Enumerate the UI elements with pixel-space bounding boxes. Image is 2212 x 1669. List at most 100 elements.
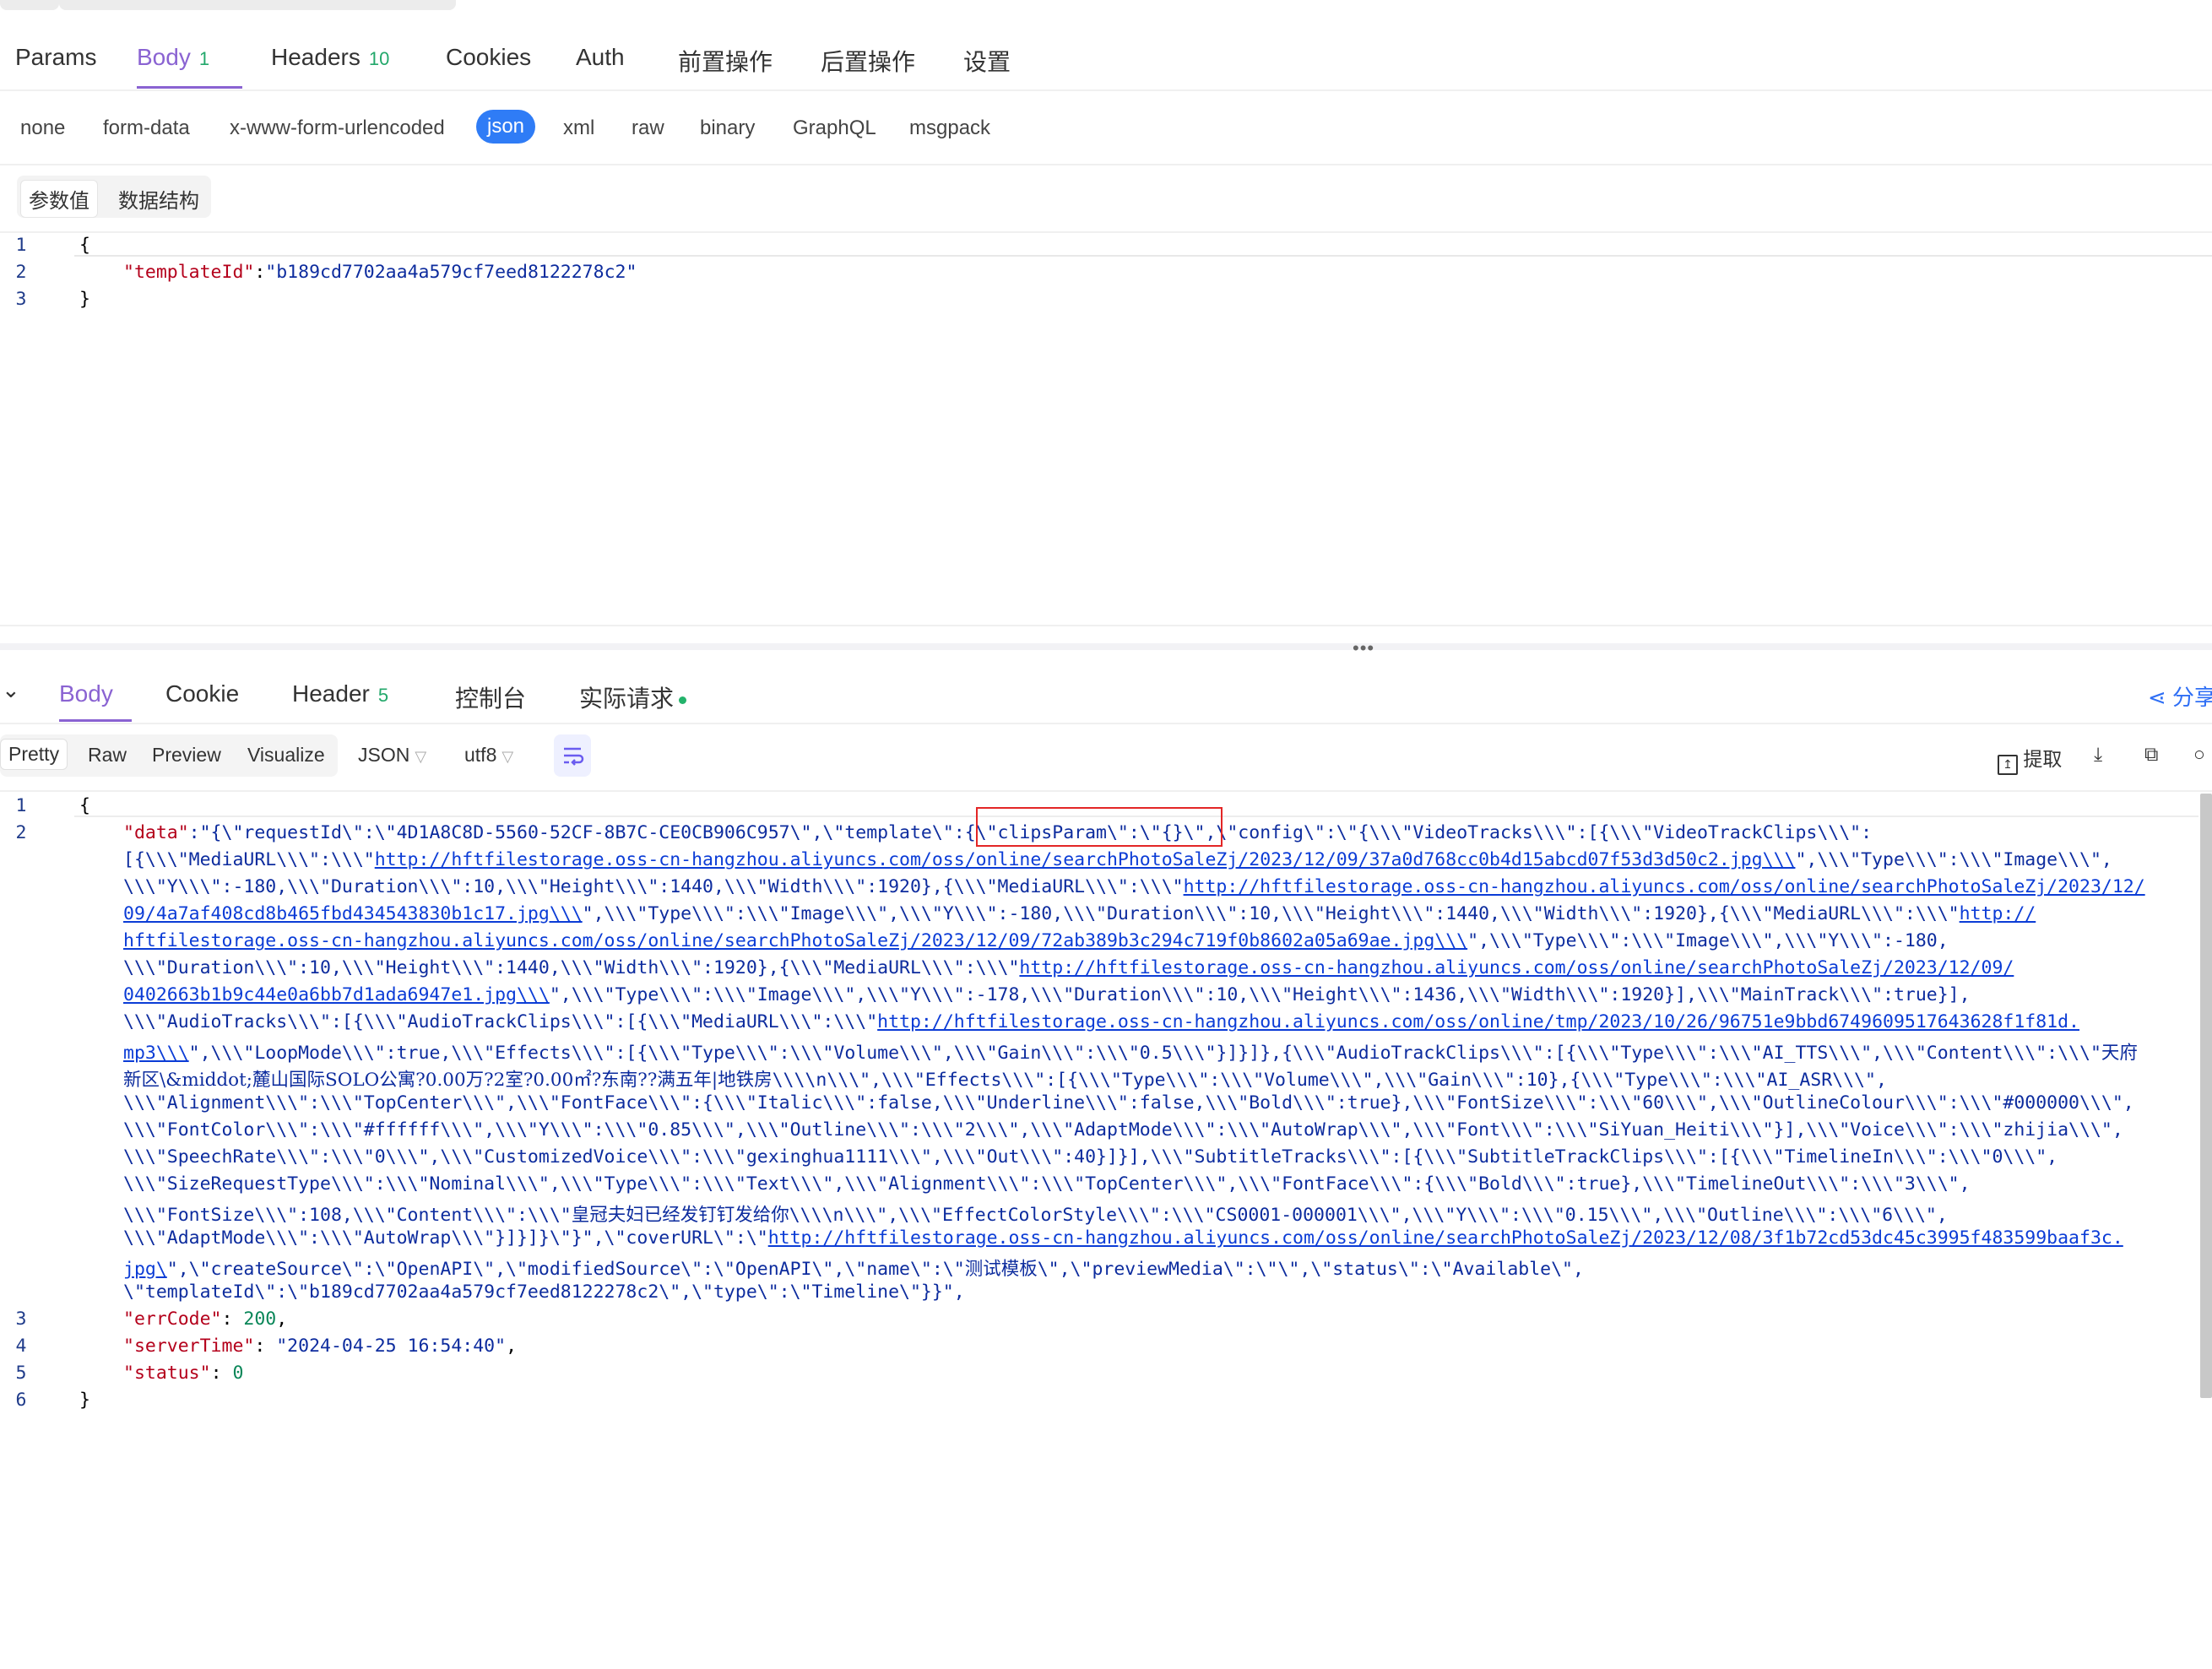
code-line: \\\"Y\\\":-180,\\\"Duration\\\":10,\\\"H…: [123, 876, 2145, 897]
line-number: 2: [15, 262, 27, 283]
body-type-xml[interactable]: xml: [563, 117, 594, 140]
body-type-form-data[interactable]: form-data: [103, 117, 190, 140]
line-number: 6: [15, 1390, 27, 1411]
extract-button[interactable]: ↥ 提取: [1998, 743, 2062, 775]
code-line: "serverTime": "2024-04-25 16:54:40",: [123, 1336, 518, 1357]
media-url-link[interactable]: hftfilestorage.oss-cn-hangzhou.aliyuncs.…: [123, 930, 1467, 951]
cover-url-link[interactable]: jpg\: [123, 1259, 167, 1280]
code-line: hftfilestorage.oss-cn-hangzhou.aliyuncs.…: [123, 930, 1949, 951]
word-wrap-button[interactable]: [554, 734, 591, 777]
line-number: 2: [15, 822, 27, 843]
media-url-link[interactable]: 09/4a7af408cd8b465fbd434543830b1c17.jpg\…: [123, 903, 583, 924]
line-number: 5: [15, 1363, 27, 1384]
code-line: [{\\\"MediaURL\\\":\\\"http://hftfilesto…: [123, 849, 2112, 870]
top-cropped-strip: [0, 0, 2212, 10]
encoding-dropdown[interactable]: utf8 ▽: [464, 744, 513, 767]
code-line: "errCode": 200,: [123, 1309, 288, 1330]
search-icon[interactable]: ○: [2193, 743, 2205, 766]
body-type-graphql[interactable]: GraphQL: [793, 117, 876, 140]
chevron-down-icon: ▽: [501, 748, 514, 765]
line-number: 1: [15, 795, 27, 816]
tab-pre-ops[interactable]: 前置操作: [678, 44, 773, 78]
segment-param-values[interactable]: 参数值: [20, 180, 98, 218]
code-line: \"templateId\":\"b189cd7702aa4a579cf7eed…: [123, 1282, 965, 1303]
line-number: 1: [15, 235, 27, 256]
view-preview[interactable]: Preview: [152, 744, 221, 767]
cropped-tab: [0, 0, 59, 10]
code-line: \\\"AudioTracks\\\":[{\\\"AudioTrackClip…: [123, 1011, 2080, 1032]
resp-tab-cookie[interactable]: Cookie: [165, 680, 239, 707]
chevron-down-icon: ▽: [415, 748, 427, 765]
code-line: \\\"Alignment\\\":\\\"TopCenter\\\",\\\"…: [123, 1092, 2134, 1114]
line-number: 4: [15, 1336, 27, 1357]
resp-tab-header[interactable]: Header 5: [292, 680, 388, 707]
share-icon: ⋖: [2148, 685, 2173, 710]
tab-params[interactable]: Params: [15, 44, 96, 71]
active-tab-underline: [137, 86, 242, 89]
resp-tab-body[interactable]: Body: [59, 680, 113, 707]
format-dropdown[interactable]: JSON ▽: [358, 744, 426, 767]
copy-icon[interactable]: ⧉: [2144, 743, 2158, 766]
annotation-highlight-box: [976, 807, 1223, 847]
code-line: 新区\&middot;麓山国际SOLO公寓?0.00万?2室?0.00㎡?东南?…: [123, 1070, 1887, 1091]
header-count-badge: 5: [377, 685, 389, 706]
response-tabs: ⌄ Body Cookie Header 5 控制台 实际请求 ⋖ 分享: [0, 667, 2212, 723]
request-tabs: Params Body 1 Headers 10 Cookies Auth 前置操作…: [0, 30, 2212, 89]
share-button[interactable]: ⋖ 分享: [2148, 680, 2212, 712]
vertical-scrollbar[interactable]: [2200, 794, 2212, 1398]
divider-line: [0, 164, 2212, 165]
media-url-link[interactable]: http://hftfilestorage.oss-cn-hangzhou.al…: [1019, 957, 2014, 978]
line-number: 3: [15, 1309, 27, 1330]
body-type-msgpack[interactable]: msgpack: [909, 117, 990, 140]
divider-line: [0, 625, 2212, 626]
tab-cookies[interactable]: Cookies: [446, 44, 531, 71]
divider-line: [0, 89, 2212, 91]
extract-icon: ↥: [1998, 755, 2018, 775]
media-url-link[interactable]: http://hftfilestorage.oss-cn-hangzhou.al…: [1184, 876, 2145, 897]
pane-resize-handle[interactable]: [0, 643, 2212, 650]
code-line: \\\"Duration\\\":10,\\\"Height\\\":1440,…: [123, 957, 2014, 978]
tab-auth[interactable]: Auth: [576, 44, 625, 71]
resp-tab-console[interactable]: 控制台: [455, 680, 526, 714]
media-url-link[interactable]: http://hftfilestorage.oss-cn-hangzhou.al…: [375, 849, 1796, 870]
code-line: 0402663b1b9c44e0a6bb7d1ada6947e1.jpg\\\"…: [123, 984, 1971, 1005]
param-segment-control: 参数值 数据结构: [17, 176, 211, 218]
download-icon[interactable]: ⤓: [2094, 743, 2102, 766]
body-type-json[interactable]: json: [476, 110, 536, 144]
tab-settings[interactable]: 设置: [963, 44, 1011, 78]
tab-headers[interactable]: Headers 10: [271, 44, 389, 71]
body-type-none[interactable]: none: [20, 117, 65, 140]
collapse-chevron-icon[interactable]: ⌄: [2, 677, 20, 703]
code-line: "templateId":"b189cd7702aa4a579cf7eed812…: [123, 262, 637, 283]
body-type-urlencoded[interactable]: x-www-form-urlencoded: [230, 117, 445, 140]
body-type-binary[interactable]: binary: [700, 117, 755, 140]
headers-count-badge: 10: [368, 48, 390, 69]
active-tab-underline: [59, 719, 132, 722]
segment-data-structure[interactable]: 数据结构: [118, 184, 199, 214]
view-visualize[interactable]: Visualize: [247, 744, 325, 767]
code-line: \\\"SizeRequestType\\\":\\\"Nominal\\\",…: [123, 1173, 1971, 1195]
media-url-link[interactable]: mp3\\\: [123, 1043, 189, 1064]
resp-tab-actual-request[interactable]: 实际请求: [579, 680, 687, 714]
body-count-badge: 1: [198, 48, 210, 69]
code-line: {: [79, 795, 90, 816]
body-type-raw[interactable]: raw: [632, 117, 664, 140]
code-line: \\\"FontSize\\\":108,\\\"Content\\\":\\\…: [123, 1205, 1948, 1226]
view-raw[interactable]: Raw: [88, 744, 127, 767]
code-line: "status": 0: [123, 1363, 244, 1384]
view-pretty[interactable]: Pretty: [0, 739, 68, 770]
media-url-link[interactable]: 0402663b1b9c44e0a6bb7d1ada6947e1.jpg\\\: [123, 984, 550, 1005]
media-url-link[interactable]: http://: [1960, 903, 2036, 924]
cover-url-link[interactable]: http://hftfilestorage.oss-cn-hangzhou.al…: [768, 1227, 2123, 1249]
media-url-link[interactable]: http://hftfilestorage.oss-cn-hangzhou.al…: [877, 1011, 2079, 1032]
tab-body[interactable]: Body 1: [137, 44, 209, 71]
code-line: \\\"SpeechRate\\\":\\\"0\\\",\\\"Customi…: [123, 1146, 2058, 1168]
code-line: {: [79, 235, 90, 256]
drag-dots-icon: •••: [1353, 637, 1375, 658]
code-line: mp3\\\",\\\"LoopMode\\\":true,\\\"Effect…: [123, 1043, 2138, 1064]
divider-line: [0, 231, 2212, 233]
tab-post-ops[interactable]: 后置操作: [821, 44, 915, 78]
view-mode-selector: Pretty Raw Preview Visualize: [0, 734, 338, 777]
code-line: }: [79, 1390, 90, 1411]
divider-line: [0, 790, 2212, 792]
